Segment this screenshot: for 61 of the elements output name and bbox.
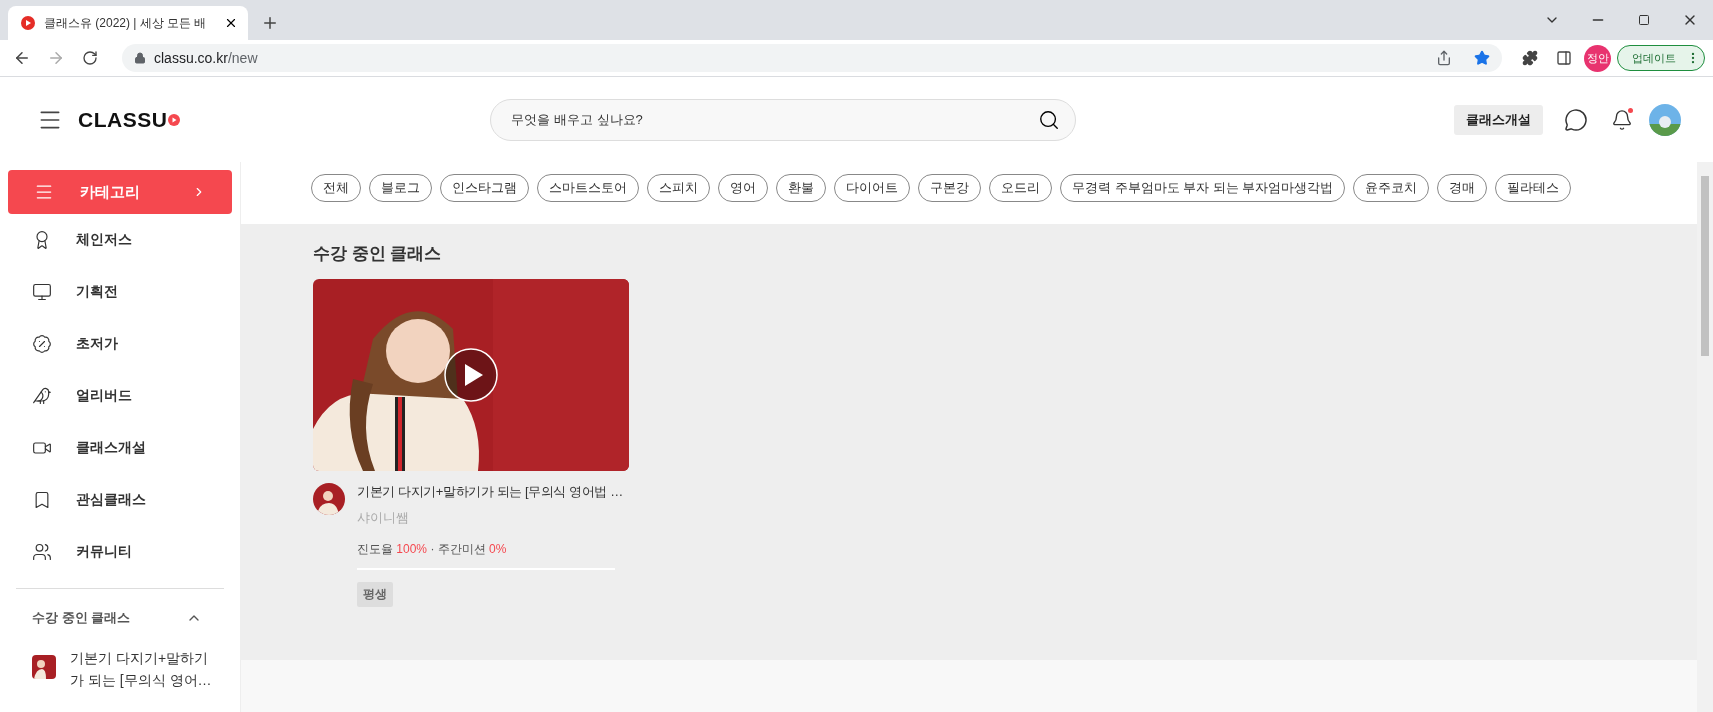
close-icon[interactable]	[224, 16, 238, 30]
enrolled-class-item[interactable]: 기본기 다지기+말하기가 되는 [무의식 영어…	[8, 647, 232, 691]
sidebar-item[interactable]: 초저가	[8, 318, 232, 370]
share-icon[interactable]	[1436, 50, 1452, 66]
side-panel-icon[interactable]	[1556, 50, 1572, 66]
user-avatar[interactable]	[1649, 103, 1681, 136]
category-chip[interactable]: 다이어트	[834, 174, 910, 202]
category-button[interactable]: 카테고리	[8, 170, 232, 214]
category-chip[interactable]: 윤주코치	[1353, 174, 1430, 202]
category-chip[interactable]: 인스타그램	[440, 174, 529, 202]
bell-icon[interactable]	[1611, 108, 1633, 131]
scrollbar-thumb[interactable]	[1701, 176, 1709, 356]
section-title: 수강 중인 클래스	[313, 243, 443, 265]
sidebar-item[interactable]: 커뮤니티	[8, 526, 232, 578]
chat-icon[interactable]	[1564, 107, 1588, 132]
category-chip[interactable]: 전체	[311, 174, 361, 202]
update-button[interactable]: 업데이트	[1617, 45, 1705, 71]
maximize-icon[interactable]	[1638, 14, 1650, 26]
class-title[interactable]: 기본기 다지기+말하기가 되는 [무의식 영어법 …	[357, 483, 629, 501]
logo[interactable]: CLASSU	[78, 107, 181, 132]
teacher-avatar	[313, 483, 345, 515]
play-button[interactable]	[443, 347, 499, 403]
teacher-name: 샤이니쌤	[357, 509, 410, 527]
category-chip[interactable]: 영어	[718, 174, 768, 202]
category-chip[interactable]: 구본강	[918, 174, 981, 202]
search-field[interactable]: 무엇을 배우고 싶나요?	[490, 98, 1077, 141]
category-chip[interactable]: 스피치	[647, 174, 710, 202]
monitor-icon	[32, 282, 52, 302]
new-tab-icon[interactable]	[261, 14, 279, 32]
people-icon	[32, 542, 52, 562]
category-chip[interactable]: 무경력 주부엄마도 부자 되는 부자엄마생각법	[1060, 174, 1346, 202]
back-icon[interactable]	[13, 49, 31, 67]
category-chip[interactable]: 오드리	[989, 174, 1052, 202]
category-chip[interactable]: 블로그	[369, 174, 432, 202]
url-text: classu.co.kr/new	[154, 50, 258, 66]
category-chip[interactable]: 필라테스	[1495, 174, 1572, 202]
percent-badge-icon	[32, 334, 52, 354]
bookmark-star-icon[interactable]	[1474, 50, 1490, 66]
progress-text: 진도율 100% · 주간미션 0%	[357, 541, 508, 558]
open-class-button[interactable]: 클래스개설	[1454, 104, 1543, 135]
address-bar[interactable]: classu.co.kr/new	[122, 44, 1502, 72]
category-chip[interactable]: 환불	[776, 174, 826, 202]
reload-icon[interactable]	[82, 50, 98, 66]
search-icon[interactable]	[1038, 108, 1061, 131]
puzzle-icon[interactable]	[1522, 50, 1538, 66]
sidebar-item[interactable]: 관심클래스	[8, 474, 232, 526]
lock-icon	[134, 52, 146, 64]
profile-avatar[interactable]: 정안	[1584, 44, 1611, 72]
sidebar-item[interactable]: 얼리버드	[8, 370, 232, 422]
category-chip[interactable]: 경매	[1437, 174, 1488, 202]
sidebar-item[interactable]: 기획전	[8, 266, 232, 318]
play-logo-icon	[20, 15, 36, 31]
period-tag: 평생	[357, 582, 393, 607]
tab-title: 클래스유 (2022) | 세상 모든 배	[44, 14, 208, 32]
enrolled-toggle[interactable]: 수강 중인 클래스	[8, 589, 232, 647]
bird-icon	[32, 386, 52, 406]
browser-tab[interactable]: 클래스유 (2022) | 세상 모든 배	[8, 6, 248, 40]
class-thumbnail	[32, 655, 56, 679]
sidebar-item[interactable]: 클래스개설	[8, 422, 232, 474]
sidebar-item[interactable]: 체인저스	[8, 214, 232, 266]
category-chip[interactable]: 스마트스토어	[537, 174, 639, 202]
